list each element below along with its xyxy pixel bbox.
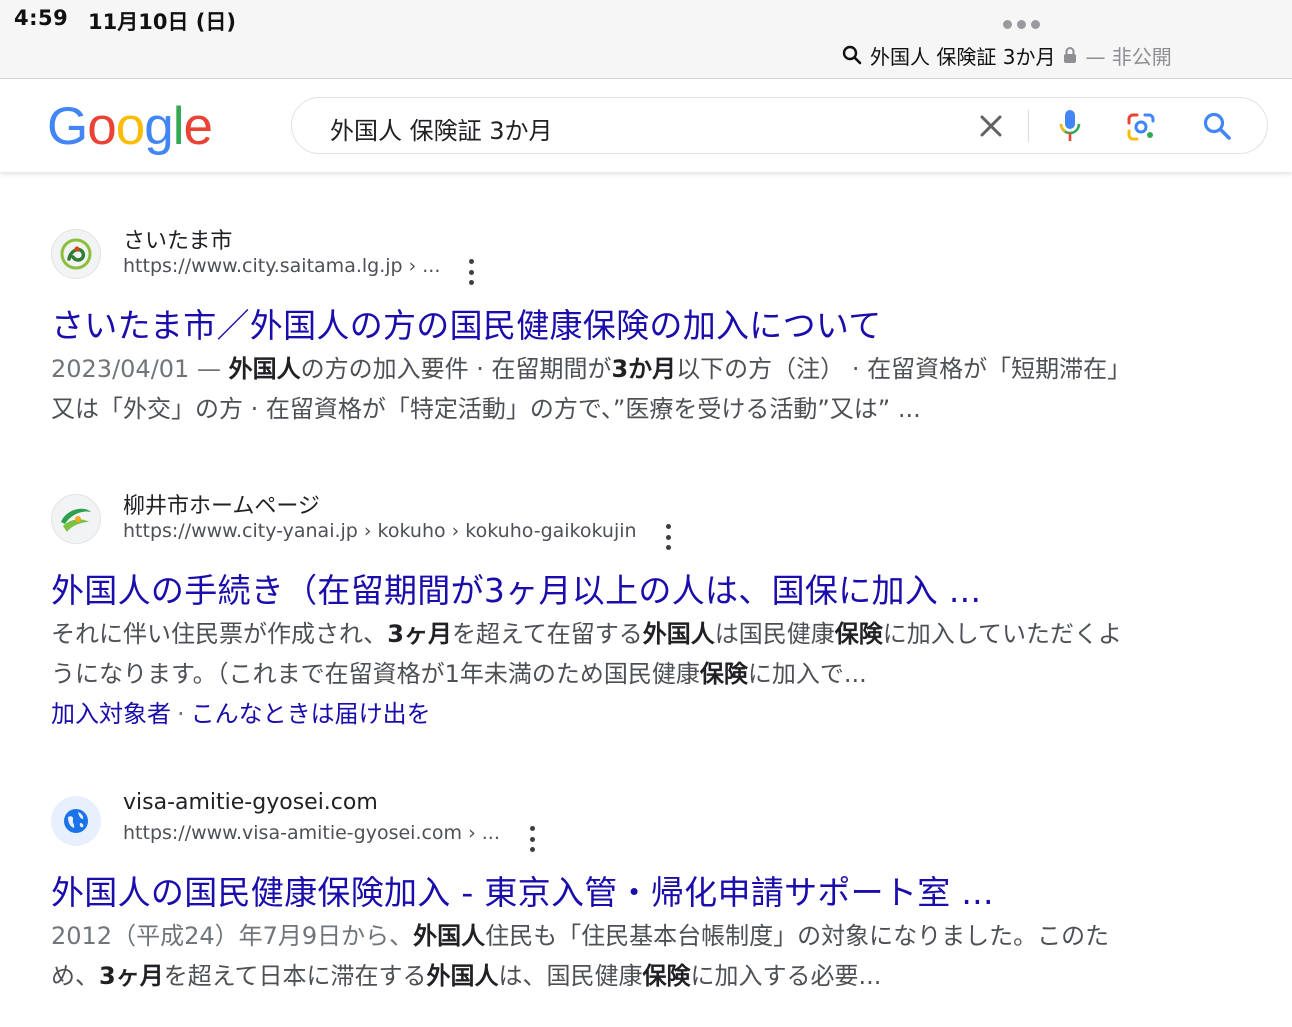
snippet-text: 2012（平成24）年7月9日から、 xyxy=(51,922,414,950)
sitelink-eligible[interactable]: 加入対象者 xyxy=(51,700,171,728)
snippet-highlight: 3ヶ月 xyxy=(99,962,164,990)
result-title-link[interactable]: 外国人の手続き（在留期間が3ヶ月以上の人は、国保に加入 ... xyxy=(51,564,981,612)
logo-letter: o xyxy=(115,97,146,156)
snippet-highlight: 外国人 xyxy=(426,962,499,990)
snippet-highlight: 3か月 xyxy=(611,355,677,383)
status-date: 11月10日 (日) xyxy=(88,10,236,34)
clear-icon[interactable] xyxy=(975,110,1007,142)
search-input[interactable]: 外国人 保険証 3か月 xyxy=(330,111,553,146)
logo-letter: e xyxy=(183,97,213,156)
result-url[interactable]: https://www.city-yanai.jp › kokuho › kok… xyxy=(123,520,637,542)
search-box[interactable]: 外国人 保険証 3か月 xyxy=(291,97,1268,154)
sitelink-notification[interactable]: こんなときは届け出を xyxy=(191,700,431,728)
globe-favicon-icon xyxy=(51,796,101,846)
result-title-link[interactable]: さいたま市／外国人の方の国民健康保険の加入について xyxy=(51,299,882,347)
result-url[interactable]: https://www.city.saitama.lg.jp › ... xyxy=(123,255,440,277)
snippet-text: に加入で... xyxy=(747,660,867,688)
result-snippet: 2012（平成24）年7月9日から、外国人住民も「住民基本台帳制度」の対象になり… xyxy=(51,916,1141,996)
result-site-name[interactable]: visa-amitie-gyosei.com xyxy=(123,790,378,815)
search-divider xyxy=(1028,110,1029,142)
result-menu-icon[interactable] xyxy=(528,826,536,852)
snippet-highlight: 保険 xyxy=(834,620,883,648)
search-submit-icon[interactable] xyxy=(1201,110,1233,142)
lock-icon xyxy=(1064,47,1077,63)
snippet-text: を超えて日本に滞在する xyxy=(163,962,427,990)
search-icon xyxy=(842,45,862,65)
snippet-text: に加入する必要... xyxy=(690,962,882,990)
snippet-highlight: 保険 xyxy=(642,962,691,990)
microphone-icon[interactable] xyxy=(1056,108,1084,144)
result-site-name[interactable]: 柳井市ホームページ xyxy=(123,488,320,520)
google-logo[interactable]: Google xyxy=(47,97,213,157)
snippet-highlight: 保険 xyxy=(699,660,748,688)
result-snippet: それに伴い住民票が作成され、3ヶ月を超えて在留する外国人は国民健康保険に加入して… xyxy=(51,614,1141,694)
result-sitelinks: 加入対象者 · こんなときは届け出を xyxy=(51,700,431,728)
private-label: — 非公開 xyxy=(1085,44,1172,69)
snippet-text: それに伴い住民票が作成され、 xyxy=(51,620,388,648)
snippet-text: の方の加入要件 · 在留期間が xyxy=(300,355,612,383)
result-menu-icon[interactable] xyxy=(467,259,475,285)
result-title-link[interactable]: 外国人の国民健康保険加入 - 東京入管・帰化申請サポート室 ... xyxy=(51,866,994,914)
result-menu-icon[interactable] xyxy=(664,524,672,550)
result-site-name[interactable]: さいたま市 xyxy=(123,223,232,255)
snippet-highlight: 外国人 xyxy=(228,355,301,383)
snippet-highlight: 外国人 xyxy=(642,620,715,648)
snippet-text: は、国民健康 xyxy=(498,962,643,990)
logo-letter: G xyxy=(47,97,88,156)
saitama-city-favicon-icon xyxy=(51,229,101,279)
more-dots-icon[interactable] xyxy=(1003,20,1040,29)
yanai-logo-icon xyxy=(61,508,91,532)
globe-icon xyxy=(64,809,88,833)
snippet-text: を超えて在留する xyxy=(451,620,643,648)
snippet-highlight: 外国人 xyxy=(413,922,486,950)
snippet-highlight: 3ヶ月 xyxy=(387,620,452,648)
logo-letter: g xyxy=(144,97,174,156)
google-lens-icon[interactable] xyxy=(1125,111,1157,143)
status-time: 4:59 xyxy=(14,6,69,30)
address-text: 外国人 保険証 3か月 xyxy=(870,44,1056,69)
yanai-city-favicon-icon xyxy=(51,494,101,544)
google-header: Google 外国人 保険証 3か月 xyxy=(0,79,1292,172)
logo-letter: o xyxy=(87,97,117,156)
result-snippet: 2023/04/01 — 外国人の方の加入要件 · 在留期間が3か月以下の方（注… xyxy=(51,349,1141,429)
saitama-logo-icon xyxy=(60,238,92,270)
snippet-text: 2023/04/01 — xyxy=(51,355,229,383)
address-bar[interactable]: 外国人 保険証 3か月 — 非公開 xyxy=(842,41,1172,69)
snippet-text: は国民健康 xyxy=(714,620,835,648)
logo-letter: l xyxy=(172,97,185,156)
status-bar: 4:59 11月10日 (日) 外国人 保険証 3か月 — 非公開 xyxy=(0,0,1292,79)
result-url[interactable]: https://www.visa-amitie-gyosei.com › ... xyxy=(123,822,500,844)
